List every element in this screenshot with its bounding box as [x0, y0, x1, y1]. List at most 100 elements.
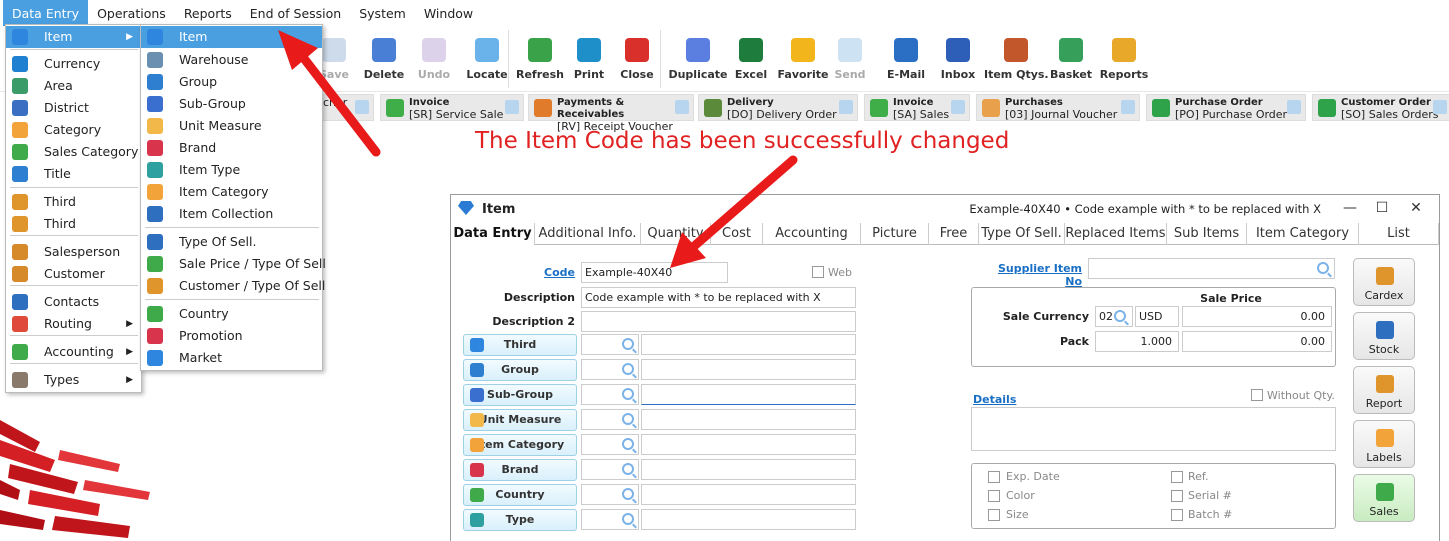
- refresh-button[interactable]: Refresh: [514, 38, 566, 81]
- menu1-item-customer[interactable]: Customer: [6, 263, 141, 285]
- menu1-item-accounting[interactable]: Accounting ▶: [6, 341, 141, 363]
- pack-field[interactable]: 1.000: [1095, 331, 1179, 352]
- menu2-item-item-collection[interactable]: Item Collection: [141, 203, 322, 225]
- option-checkbox[interactable]: [988, 471, 1000, 483]
- tab-type-of-sell[interactable]: Type Of Sell.: [979, 223, 1065, 245]
- search-icon[interactable]: [622, 488, 634, 500]
- menu-end-of-session[interactable]: End of Session: [241, 0, 350, 26]
- search-icon[interactable]: [1114, 310, 1126, 322]
- supplier-item-no-label[interactable]: Supplier Item No: [981, 262, 1082, 288]
- menu-system[interactable]: System: [350, 0, 415, 26]
- web-checkbox[interactable]: [812, 266, 824, 278]
- menu2-item-country[interactable]: Country: [141, 303, 322, 325]
- lookup-item-category[interactable]: Item Category: [463, 434, 577, 456]
- duplicate-button[interactable]: Duplicate: [668, 38, 728, 81]
- menu2-item-warehouse[interactable]: Warehouse: [141, 49, 322, 71]
- item-qtys-button[interactable]: Item Qtys.: [984, 38, 1049, 81]
- preview-icon[interactable]: [505, 100, 519, 114]
- tab-data-entry[interactable]: Data Entry: [451, 223, 535, 245]
- send-button[interactable]: Send: [828, 38, 872, 81]
- option-checkbox[interactable]: [1171, 471, 1183, 483]
- preview-icon[interactable]: [951, 100, 965, 114]
- lookup-group[interactable]: Group: [463, 359, 577, 381]
- cardex-button[interactable]: Cardex: [1353, 258, 1415, 306]
- lookup-sub-group[interactable]: Sub-Group: [463, 384, 577, 406]
- menu1-item-district[interactable]: District: [6, 97, 141, 119]
- tab-picture[interactable]: Picture: [861, 223, 929, 245]
- tab-item-category[interactable]: Item Category: [1247, 223, 1359, 245]
- menu2-item-market[interactable]: Market: [141, 347, 322, 369]
- preview-icon[interactable]: [1121, 100, 1135, 114]
- lookup-third[interactable]: Third: [463, 334, 577, 356]
- tab-additional-info[interactable]: Additional Info.: [535, 223, 641, 245]
- code-field[interactable]: Example-40X40: [581, 262, 728, 283]
- search-icon[interactable]: [622, 438, 634, 450]
- menu2-item-unit-measure[interactable]: Unit Measure: [141, 115, 322, 137]
- reports-button[interactable]: Reports: [1096, 38, 1152, 81]
- shortcut-2[interactable]: Payments & Receivables [RV] Receipt Vouch…: [528, 94, 694, 133]
- shortcut-6[interactable]: Purchase Order [PO] Purchase Order: [1146, 94, 1306, 121]
- tab-cost[interactable]: Cost: [711, 223, 763, 245]
- excel-button[interactable]: Excel: [728, 38, 774, 81]
- pack-price-field[interactable]: 0.00: [1182, 331, 1332, 352]
- preview-icon[interactable]: [839, 100, 853, 114]
- details-label[interactable]: Details: [973, 393, 1016, 406]
- shortcut-5[interactable]: Purchases [03] Journal Voucher: [976, 94, 1140, 121]
- menu1-item-currency[interactable]: Currency: [6, 53, 141, 75]
- description2-field[interactable]: [581, 311, 856, 332]
- description-field[interactable]: Code example with * to be replaced with …: [581, 287, 856, 308]
- search-icon[interactable]: [1317, 262, 1329, 274]
- menu1-item-area[interactable]: Area: [6, 75, 141, 97]
- labels-button[interactable]: Labels: [1353, 420, 1415, 468]
- search-icon[interactable]: [622, 413, 634, 425]
- option-checkbox[interactable]: [988, 490, 1000, 502]
- lookup-unit-measure[interactable]: Unit Measure: [463, 409, 577, 431]
- lookup-country[interactable]: Country: [463, 484, 577, 506]
- tab-quantity[interactable]: Quantity: [641, 223, 711, 245]
- menu2-item-customer-type-of-sell[interactable]: Customer / Type Of Sell: [141, 275, 325, 297]
- shortcut-7[interactable]: Customer Order [SO] Sales Orders: [1312, 94, 1449, 121]
- lookup-brand[interactable]: Brand: [463, 459, 577, 481]
- menu1-item-third[interactable]: Third: [6, 191, 141, 213]
- menu1-item-contacts[interactable]: Contacts: [6, 291, 141, 313]
- without-qty-checkbox[interactable]: [1251, 389, 1263, 401]
- menu1-item-salesperson[interactable]: Salesperson: [6, 241, 141, 263]
- stock-button[interactable]: Stock: [1353, 312, 1415, 360]
- menu2-item-group[interactable]: Group: [141, 71, 322, 93]
- menu2-item-sale-price-type-of-sell[interactable]: Sale Price / Type Of Sell: [141, 253, 326, 275]
- menu1-item-types[interactable]: Types ▶: [6, 369, 141, 391]
- search-icon[interactable]: [622, 388, 634, 400]
- close-window-button[interactable]: ✕: [1405, 198, 1427, 218]
- menu2-item-item-type[interactable]: Item Type: [141, 159, 322, 181]
- sale-price-field[interactable]: 0.00: [1182, 306, 1332, 327]
- shortcut-3[interactable]: Delivery [DO] Delivery Order: [698, 94, 858, 121]
- tab-sub-items[interactable]: Sub Items: [1167, 223, 1247, 245]
- code-label[interactable]: Code: [541, 266, 575, 279]
- option-checkbox[interactable]: [1171, 509, 1183, 521]
- preview-icon[interactable]: [675, 100, 689, 114]
- print-button[interactable]: Print: [568, 38, 610, 81]
- search-icon[interactable]: [622, 463, 634, 475]
- undo-button[interactable]: Undo: [412, 38, 456, 81]
- menu-window[interactable]: Window: [415, 0, 482, 26]
- menu-data-entry[interactable]: Data Entry: [3, 0, 89, 26]
- menu2-item-promotion[interactable]: Promotion: [141, 325, 322, 347]
- supplier-item-no-field[interactable]: [1088, 258, 1335, 279]
- shortcut-0[interactable]: cher: [320, 94, 374, 121]
- menu2-item-sub-group[interactable]: Sub-Group: [141, 93, 322, 115]
- e-mail-button[interactable]: E-Mail: [880, 38, 932, 81]
- tab-free[interactable]: Free: [929, 223, 979, 245]
- report-button[interactable]: Report: [1353, 366, 1415, 414]
- option-checkbox[interactable]: [988, 509, 1000, 521]
- lookup-type[interactable]: Type: [463, 509, 577, 531]
- tab-replaced-items[interactable]: Replaced Items: [1065, 223, 1167, 245]
- menu1-item-item[interactable]: Item ▶: [6, 26, 141, 48]
- menu-reports[interactable]: Reports: [175, 0, 241, 26]
- menu2-item-item[interactable]: Item: [141, 26, 322, 48]
- minimize-button[interactable]: —: [1339, 198, 1361, 218]
- tab-accounting-page[interactable]: Accounting Page: [763, 223, 861, 263]
- menu2-item-brand[interactable]: Brand: [141, 137, 322, 159]
- menu1-item-category[interactable]: Category: [6, 119, 141, 141]
- menu1-item-sales-category[interactable]: Sales Category: [6, 141, 141, 163]
- menu2-item-item-category[interactable]: Item Category: [141, 181, 322, 203]
